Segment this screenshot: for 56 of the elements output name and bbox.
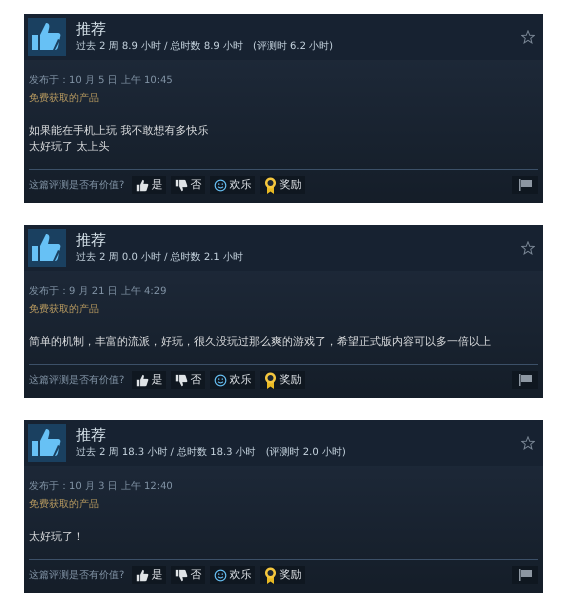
- vote-button[interactable]: 否: [171, 176, 206, 194]
- helpful-question: 这篇评测是否有价值?: [29, 568, 124, 582]
- thumbs-up-icon: [28, 229, 66, 267]
- review-playtime-text: (评测时 2.0 小时): [266, 446, 346, 460]
- report-button[interactable]: [512, 566, 538, 584]
- medal-icon: [264, 372, 278, 388]
- vote-button[interactable]: 否: [171, 566, 206, 584]
- review-verdict: 推荐: [76, 20, 107, 39]
- thumbs-down-icon: [175, 178, 188, 192]
- thumbs-up-icon: [28, 424, 66, 462]
- playtime-text: 过去 2 周 8.9 小时 / 总时数 8.9 小时: [76, 40, 243, 54]
- thumbs-up-icon: [136, 374, 150, 386]
- vote-button[interactable]: 奖励: [260, 176, 306, 194]
- thumbs-down-icon: [175, 374, 188, 386]
- vote-button[interactable]: 奖励: [260, 566, 306, 584]
- vote-button[interactable]: 是: [132, 371, 166, 389]
- vote-button[interactable]: 否: [171, 371, 206, 389]
- thumbs-up-icon: [136, 568, 150, 582]
- review-playtime-text: (评测时 6.2 小时): [252, 40, 334, 54]
- review-text: 太好玩了！: [29, 529, 85, 545]
- star-icon[interactable]: [521, 436, 535, 450]
- helpful-question: 这篇评测是否有价值?: [29, 178, 124, 192]
- posted-date: 发布于：9 月 21 日 上午 4:29: [29, 285, 168, 299]
- thumbs-up-icon: [28, 18, 66, 56]
- vote-button[interactable]: 欢乐: [210, 371, 256, 389]
- report-button[interactable]: [512, 176, 538, 194]
- flag-icon: [518, 179, 532, 191]
- star-icon[interactable]: [521, 30, 535, 44]
- product-note: 免费获取的产品: [29, 303, 100, 317]
- playtime-text: 过去 2 周 18.3 小时 / 总时数 18.3 小时: [76, 446, 256, 460]
- report-button[interactable]: [512, 371, 538, 389]
- review-verdict: 推荐: [76, 231, 107, 250]
- smiley-icon: [214, 178, 228, 192]
- product-note: 免费获取的产品: [29, 498, 100, 512]
- vote-button[interactable]: 欢乐: [210, 566, 256, 584]
- thumbs-up-icon: [136, 178, 150, 192]
- flag-icon: [518, 374, 532, 386]
- vote-button[interactable]: 奖励: [260, 371, 306, 389]
- thumbs-down-icon: [175, 568, 188, 582]
- vote-button[interactable]: 是: [132, 176, 166, 194]
- playtime-text: 过去 2 周 0.0 小时 / 总时数 2.1 小时: [76, 251, 243, 265]
- smiley-icon: [214, 568, 228, 582]
- flag-icon: [518, 569, 532, 581]
- review-text: 如果能在手机上玩 我不敢想有多快乐 太好玩了 太上头: [29, 123, 210, 155]
- star-icon[interactable]: [521, 241, 535, 255]
- review-verdict: 推荐: [76, 426, 107, 445]
- review-text: 简单的机制，丰富的流派，好玩，很久没玩过那么爽的游戏了，希望正式版内容可以多一倍以上: [29, 334, 492, 350]
- posted-date: 发布于：10 月 5 日 上午 10:45: [29, 74, 174, 88]
- medal-icon: [264, 176, 278, 194]
- posted-date: 发布于：10 月 3 日 上午 12:40: [29, 480, 174, 494]
- smiley-icon: [214, 374, 228, 386]
- medal-icon: [264, 566, 278, 584]
- helpful-question: 这篇评测是否有价值?: [29, 374, 124, 388]
- vote-button[interactable]: 是: [132, 566, 166, 584]
- product-note: 免费获取的产品: [29, 92, 100, 106]
- vote-button[interactable]: 欢乐: [210, 176, 256, 194]
